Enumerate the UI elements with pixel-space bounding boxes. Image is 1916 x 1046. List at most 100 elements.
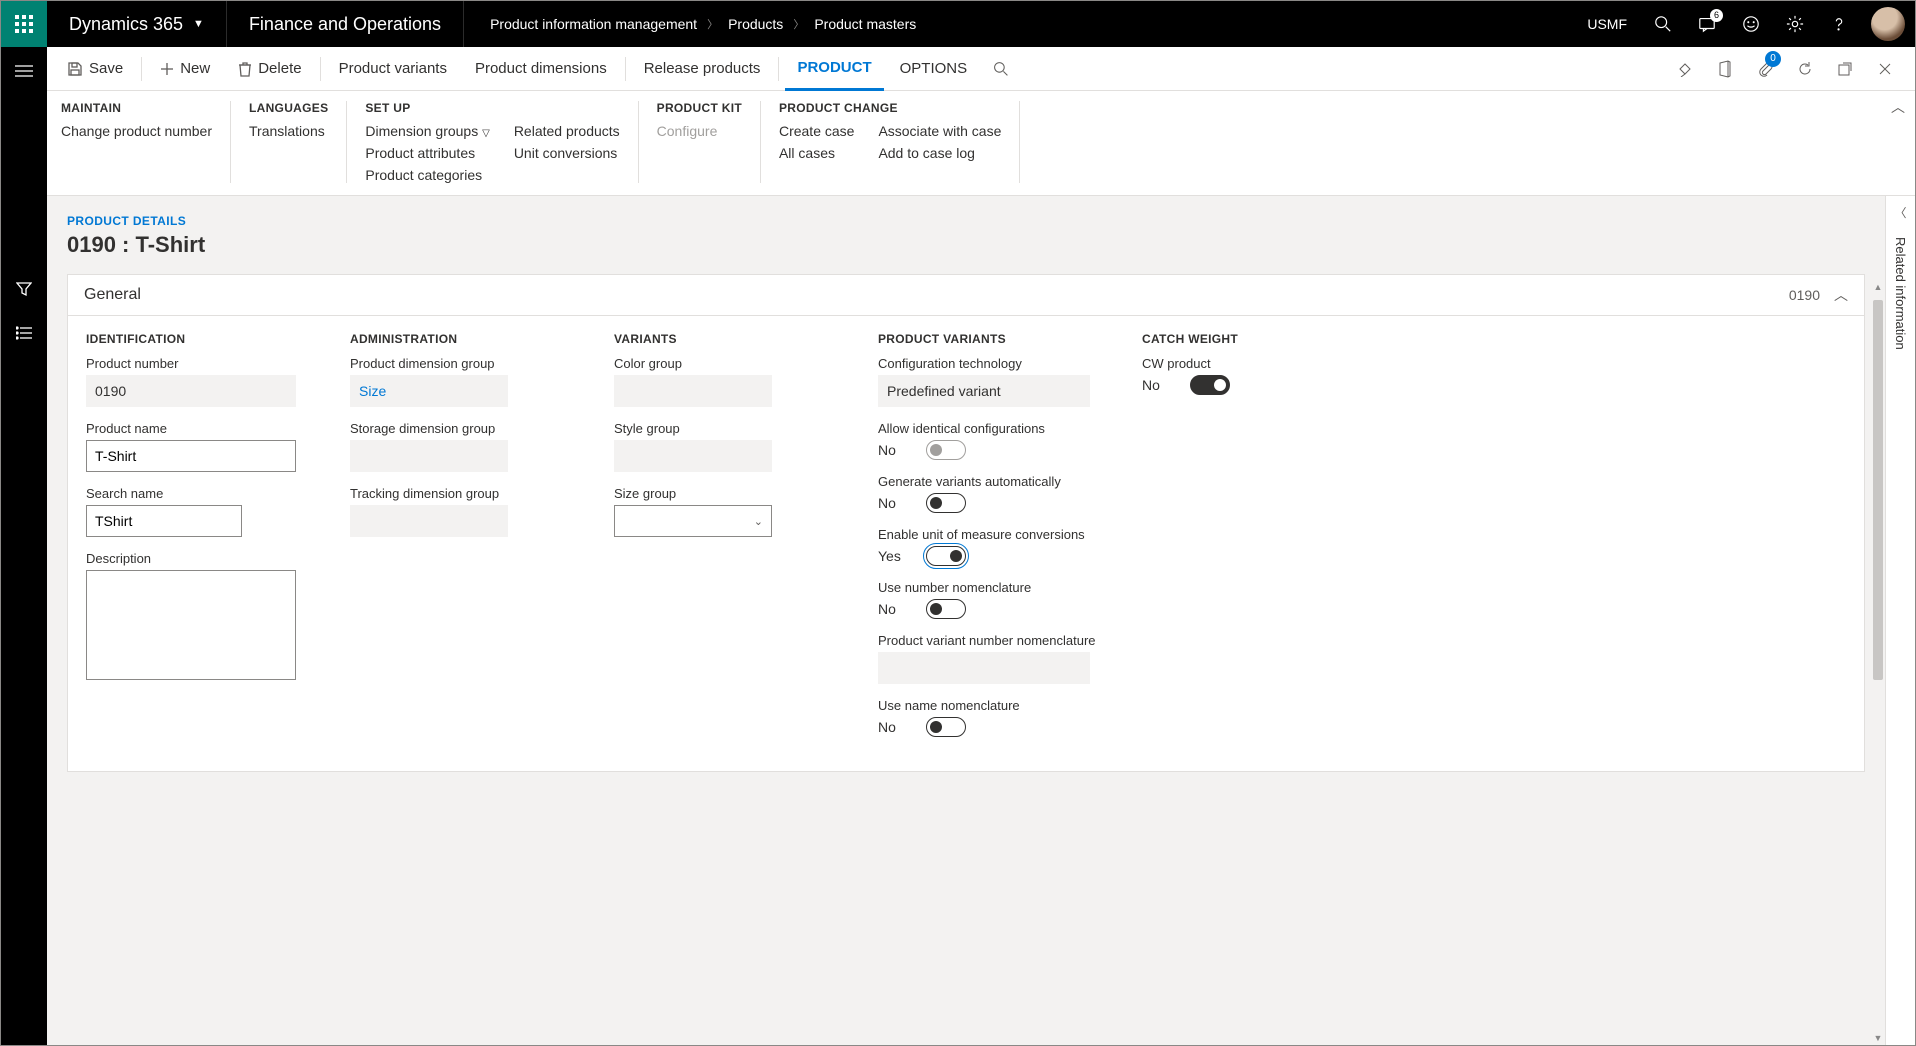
related-products-link[interactable]: Related products bbox=[514, 123, 620, 139]
chevron-down-icon: ▽ bbox=[482, 128, 490, 139]
use-name-nom-toggle[interactable] bbox=[926, 717, 966, 737]
translations-link[interactable]: Translations bbox=[249, 123, 325, 139]
messages-button[interactable]: 6 bbox=[1685, 1, 1729, 47]
new-label: New bbox=[180, 60, 210, 77]
associate-case-link[interactable]: Associate with case bbox=[878, 123, 1001, 139]
release-products-button[interactable]: Release products bbox=[632, 47, 773, 91]
pin-icon bbox=[1677, 61, 1693, 77]
help-button[interactable] bbox=[1817, 1, 1861, 47]
company-picker[interactable]: USMF bbox=[1573, 16, 1641, 32]
group-title: PRODUCT CHANGE bbox=[779, 101, 1001, 115]
refresh-button[interactable] bbox=[1787, 47, 1823, 91]
cw-toggle[interactable] bbox=[1190, 375, 1230, 395]
filter-icon bbox=[16, 281, 32, 297]
gen-auto-toggle[interactable] bbox=[926, 493, 966, 513]
uom-conv-label: Enable unit of measure conversions bbox=[878, 527, 1138, 542]
config-tech-field: Predefined variant bbox=[878, 375, 1090, 407]
size-group-select[interactable]: ⌄ bbox=[614, 505, 772, 537]
unit-conversions-link[interactable]: Unit conversions bbox=[514, 145, 620, 161]
create-case-link[interactable]: Create case bbox=[779, 123, 854, 139]
module-name: Finance and Operations bbox=[227, 1, 463, 47]
product-categories-link[interactable]: Product categories bbox=[365, 167, 489, 183]
ribbon-group-kit: PRODUCT KIT Configure bbox=[657, 101, 761, 183]
add-case-log-link[interactable]: Add to case log bbox=[878, 145, 1001, 161]
description-input[interactable] bbox=[86, 570, 296, 680]
toggle-value: No bbox=[1142, 377, 1172, 393]
breadcrumb-item[interactable]: Product masters bbox=[814, 16, 916, 32]
messages-badge: 6 bbox=[1710, 9, 1723, 22]
action-search-button[interactable] bbox=[983, 47, 1019, 91]
user-avatar[interactable] bbox=[1871, 7, 1905, 41]
product-number-label: Product number bbox=[86, 356, 346, 371]
hamburger-icon bbox=[15, 64, 33, 78]
uom-conv-toggle[interactable] bbox=[926, 546, 966, 566]
save-button[interactable]: Save bbox=[55, 47, 135, 91]
search-button[interactable] bbox=[1641, 1, 1685, 47]
scroll-up-icon: ▲ bbox=[1871, 282, 1885, 292]
pdg-field[interactable]: Size bbox=[350, 375, 508, 407]
tab-product[interactable]: PRODUCT bbox=[785, 47, 883, 91]
toggle-value: No bbox=[878, 495, 908, 511]
office-button[interactable] bbox=[1707, 47, 1743, 91]
product-attributes-link[interactable]: Product attributes bbox=[365, 145, 489, 161]
product-variants-button[interactable]: Product variants bbox=[327, 47, 459, 91]
group-title: SET UP bbox=[365, 101, 619, 115]
change-product-number-link[interactable]: Change product number bbox=[61, 123, 212, 139]
separator bbox=[625, 57, 626, 81]
identification-section: IDENTIFICATION Product number 0190 Produ… bbox=[86, 332, 346, 751]
related-info-pane[interactable]: 〈 Related information bbox=[1885, 196, 1915, 1045]
scrollbar[interactable]: ▲ ▼ bbox=[1871, 280, 1885, 1045]
app-name-dropdown[interactable]: Dynamics 365 ▼ bbox=[47, 1, 226, 47]
chevron-up-icon: ︿ bbox=[1834, 285, 1848, 305]
tab-options[interactable]: OPTIONS bbox=[888, 47, 980, 91]
tdg-field bbox=[350, 505, 508, 537]
settings-button[interactable] bbox=[1773, 1, 1817, 47]
product-name-input[interactable] bbox=[86, 440, 296, 472]
chevron-right-icon: 〉 bbox=[793, 16, 804, 32]
attachments-button[interactable]: 0 bbox=[1747, 47, 1783, 91]
nav-rail bbox=[1, 47, 47, 1045]
scroll-thumb[interactable] bbox=[1873, 300, 1883, 680]
delete-button[interactable]: Delete bbox=[226, 47, 313, 91]
breadcrumb-item[interactable]: Product information management bbox=[490, 16, 697, 32]
close-button[interactable] bbox=[1867, 47, 1903, 91]
plus-icon bbox=[160, 62, 174, 76]
ribbon-group-setup: SET UP Dimension groups ▽ Product attrib… bbox=[365, 101, 638, 183]
fasttab-header[interactable]: General 0190 ︿ bbox=[68, 275, 1864, 316]
search-icon bbox=[993, 61, 1009, 77]
pin-button[interactable] bbox=[1667, 47, 1703, 91]
section-label: PRODUCT DETAILS bbox=[67, 214, 1865, 228]
section-title: ADMINISTRATION bbox=[350, 332, 610, 346]
fasttab-title: General bbox=[84, 286, 141, 304]
pvnn-label: Product variant number nomenclature bbox=[878, 633, 1138, 648]
list-button[interactable] bbox=[14, 323, 34, 343]
all-cases-link[interactable]: All cases bbox=[779, 145, 854, 161]
ab-label: Product dimensions bbox=[475, 60, 607, 77]
app-launcher-button[interactable] bbox=[1, 1, 47, 47]
top-right: USMF 6 bbox=[1573, 1, 1915, 47]
ab-label: Product variants bbox=[339, 60, 447, 77]
dimension-groups-dropdown[interactable]: Dimension groups ▽ bbox=[365, 123, 489, 139]
search-name-input[interactable] bbox=[86, 505, 242, 537]
new-button[interactable]: New bbox=[148, 47, 222, 91]
use-num-nom-toggle[interactable] bbox=[926, 599, 966, 619]
search-name-label: Search name bbox=[86, 486, 346, 501]
catch-weight-section: CATCH WEIGHT CW product No bbox=[1142, 332, 1342, 751]
popout-button[interactable] bbox=[1827, 47, 1863, 91]
filter-button[interactable] bbox=[14, 279, 34, 299]
sdg-label: Storage dimension group bbox=[350, 421, 610, 436]
gear-icon bbox=[1786, 15, 1804, 33]
color-group-label: Color group bbox=[614, 356, 874, 371]
nav-expand-button[interactable] bbox=[14, 61, 34, 81]
breadcrumb-item[interactable]: Products bbox=[728, 16, 783, 32]
ribbon-collapse-button[interactable]: ︿ bbox=[1891, 97, 1905, 117]
ab-label: Release products bbox=[644, 60, 761, 77]
chevron-right-icon: 〉 bbox=[707, 16, 718, 32]
product-dimensions-button[interactable]: Product dimensions bbox=[463, 47, 619, 91]
label: Dimension groups bbox=[365, 123, 478, 139]
feedback-button[interactable] bbox=[1729, 1, 1773, 47]
trash-icon bbox=[238, 61, 252, 77]
product-variants-section: PRODUCT VARIANTS Configuration technolog… bbox=[878, 332, 1138, 751]
chevron-down-icon: ⌄ bbox=[754, 515, 763, 528]
section-title: CATCH WEIGHT bbox=[1142, 332, 1342, 346]
